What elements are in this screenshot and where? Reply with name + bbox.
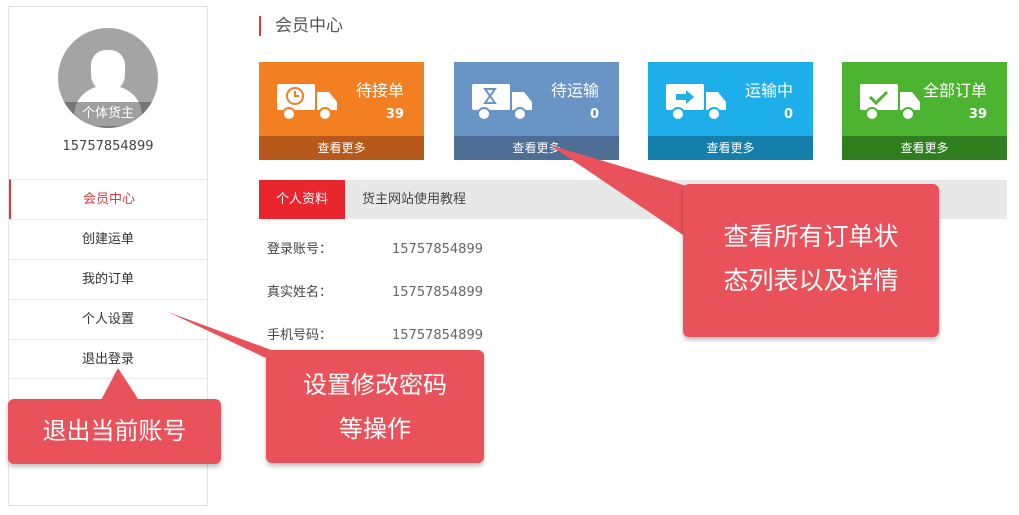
avatar-head-shape	[91, 50, 125, 92]
profile-row-real-name: 真实姓名： 15757854899	[267, 281, 483, 300]
profile-value: 15757854899	[392, 242, 483, 257]
callout-settings-line2: 等操作	[339, 415, 411, 443]
callout-settings-line1: 设置修改密码	[303, 371, 447, 399]
card-label: 运输中	[744, 81, 793, 100]
callout-orders-line2: 态列表以及详情	[723, 266, 899, 295]
profile-row-mobile: 手机号码： 15757854899	[267, 324, 483, 343]
truck-check-icon	[860, 84, 920, 121]
card-in-transit[interactable]: 运输中 0 查看更多	[648, 62, 813, 160]
card-count: 39	[968, 107, 987, 122]
profile-value: 15757854899	[392, 285, 483, 300]
profile-row-account: 登录账号： 15757854899	[267, 238, 483, 257]
view-more-link[interactable]: 查看更多	[842, 136, 1007, 160]
profile-key: 登录账号：	[267, 242, 333, 257]
card-all-orders[interactable]: 全部订单 39 查看更多	[842, 62, 1007, 160]
card-count: 0	[783, 107, 793, 122]
card-pending-accept[interactable]: 待接单 39 查看更多	[259, 62, 424, 160]
sidebar-item-logout[interactable]: 退出登录	[9, 339, 207, 379]
callout-logout: 退出当前账号	[8, 399, 221, 464]
card-label: 待运输	[550, 81, 599, 100]
callout-orders: 查看所有订单状 态列表以及详情	[683, 184, 939, 337]
sidebar-item-create-waybill[interactable]: 创建运单	[9, 219, 207, 259]
tab-tutorial[interactable]: 货主网站使用教程	[362, 180, 466, 219]
callout-orders-line1: 查看所有订单状	[723, 222, 899, 251]
view-more-link[interactable]: 查看更多	[454, 136, 619, 160]
card-count: 0	[589, 107, 599, 122]
avatar-caption: 个体货主	[58, 102, 158, 128]
truck-clock-icon	[277, 84, 337, 121]
profile-key: 手机号码：	[267, 328, 333, 343]
view-more-link[interactable]: 查看更多	[259, 136, 424, 160]
sidebar-item-personal-settings[interactable]: 个人设置	[9, 299, 207, 339]
view-more-link[interactable]: 查看更多	[648, 136, 813, 160]
card-count: 39	[385, 107, 404, 122]
truck-hourglass-icon	[472, 84, 532, 121]
tab-personal-info[interactable]: 个人资料	[259, 180, 345, 219]
truck-arrow-icon	[666, 84, 726, 121]
card-pending-transport[interactable]: 待运输 0 查看更多	[454, 62, 619, 160]
profile-key: 真实姓名：	[267, 285, 333, 300]
card-label: 待接单	[355, 81, 404, 100]
sidebar-item-my-orders[interactable]: 我的订单	[9, 259, 207, 299]
profile-value: 15757854899	[392, 328, 483, 343]
sidebar-menu: 会员中心 创建运单 我的订单 个人设置 退出登录	[9, 179, 207, 379]
callout-settings: 设置修改密码 等操作	[266, 350, 484, 463]
sidebar-item-member-center[interactable]: 会员中心	[9, 179, 207, 219]
card-label: 全部订单	[922, 81, 987, 100]
avatar: 个体货主	[58, 28, 158, 128]
page-title: 会员中心	[259, 16, 343, 36]
user-phone: 15757854899	[62, 139, 154, 154]
